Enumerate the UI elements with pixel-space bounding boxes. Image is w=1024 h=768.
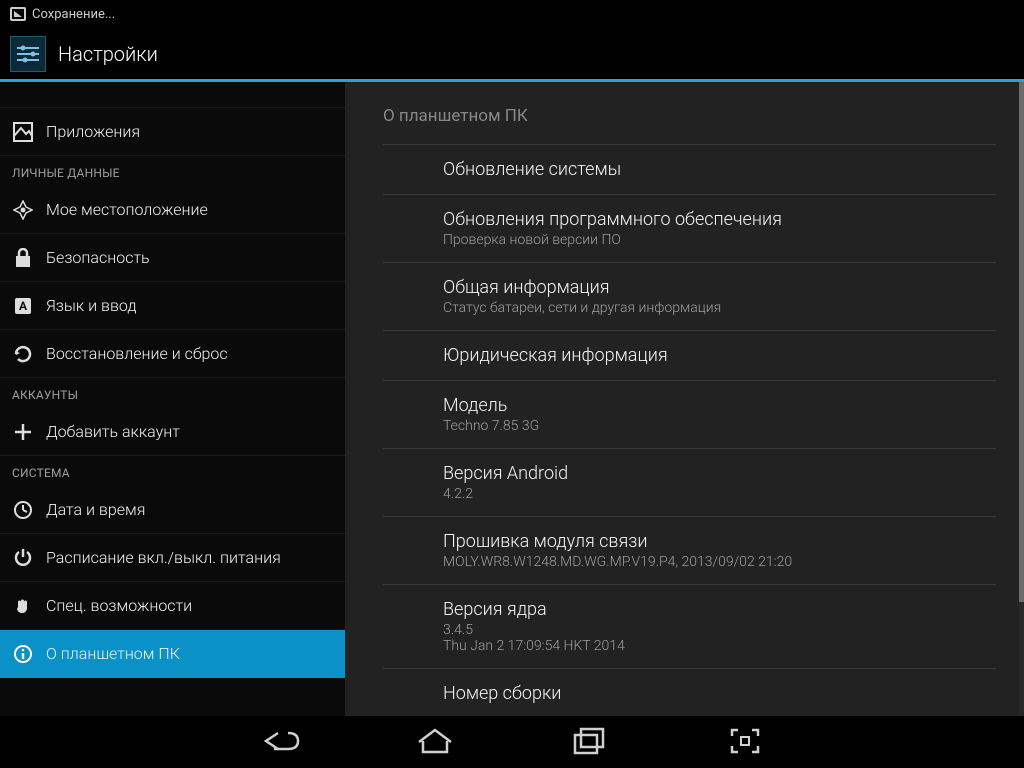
gallery-icon <box>10 7 26 21</box>
language-icon: A <box>12 295 34 317</box>
sidebar-item-label: Спец. возможности <box>46 596 192 615</box>
detail-android-version[interactable]: Версия Android 4.2.2 <box>383 449 996 517</box>
status-bar: Сохранение... <box>0 0 1024 28</box>
detail-legal[interactable]: Юридическая информация <box>383 331 996 381</box>
recents-button[interactable] <box>562 723 617 759</box>
location-icon <box>12 199 34 221</box>
clock-icon <box>12 499 34 521</box>
sidebar-item-label: Дата и время <box>46 500 145 519</box>
detail-title: Прошивка модуля связи <box>443 531 996 552</box>
sidebar-item-label: Восстановление и сброс <box>46 344 228 363</box>
sidebar: Приложения ЛИЧНЫЕ ДАННЫЕ Мое местоположе… <box>0 82 345 716</box>
sidebar-item-label: О планшетном ПК <box>46 644 180 663</box>
detail-title: Общая информация <box>443 277 996 298</box>
sidebar-item-label: Безопасность <box>46 248 150 267</box>
detail-title: Обновления программного обеспечения <box>443 209 996 230</box>
app-bar: Настройки <box>0 28 1024 82</box>
detail-title: Обновление системы <box>443 159 996 180</box>
back-button[interactable] <box>252 723 307 759</box>
detail-header: О планшетном ПК <box>383 82 996 144</box>
screenshot-button[interactable] <box>717 723 772 759</box>
detail-kernel[interactable]: Версия ядра 3.4.5 Thu Jan 2 17:09:54 HKT… <box>383 585 996 669</box>
sidebar-item-security[interactable]: Безопасность <box>0 234 345 282</box>
detail-title: Версия ядра <box>443 599 996 620</box>
detail-sub: MOLY.WR8.W1248.MD.WG.MP.V19.P4, 2013/09/… <box>443 554 996 570</box>
sidebar-item-label: Мое местоположение <box>46 200 208 219</box>
scrollbar-thumb[interactable] <box>1019 82 1024 602</box>
power-icon <box>12 547 34 569</box>
sidebar-item-add-account[interactable]: Добавить аккаунт <box>0 408 345 456</box>
detail-sub: Статус батареи, сети и другая информация <box>443 300 996 316</box>
category-system: СИСТЕМА <box>0 456 345 486</box>
plus-icon <box>12 421 34 443</box>
hand-icon <box>12 595 34 617</box>
sidebar-item-label: Язык и ввод <box>46 296 136 315</box>
sidebar-item-battery[interactable] <box>0 82 345 108</box>
sidebar-item-language[interactable]: A Язык и ввод <box>0 282 345 330</box>
settings-icon <box>10 36 46 72</box>
apps-icon <box>12 121 34 143</box>
sidebar-item-label: Добавить аккаунт <box>46 422 180 441</box>
sidebar-item-datetime[interactable]: Дата и время <box>0 486 345 534</box>
detail-sub: 4.2.2 <box>443 486 996 502</box>
detail-sub: 3.4.5 Thu Jan 2 17:09:54 HKT 2014 <box>443 622 996 654</box>
detail-status[interactable]: Общая информация Статус батареи, сети и … <box>383 263 996 331</box>
sidebar-item-label: Приложения <box>46 122 140 141</box>
sidebar-item-location[interactable]: Мое местоположение <box>0 186 345 234</box>
page-title: Настройки <box>58 42 158 66</box>
sidebar-item-backup[interactable]: Восстановление и сброс <box>0 330 345 378</box>
detail-baseband[interactable]: Прошивка модуля связи MOLY.WR8.W1248.MD.… <box>383 517 996 585</box>
sidebar-item-power-schedule[interactable]: Расписание вкл./выкл. питания <box>0 534 345 582</box>
svg-text:A: A <box>19 299 28 313</box>
status-text: Сохранение... <box>32 7 115 22</box>
detail-sub: Techno 7.85 3G <box>443 418 996 434</box>
sidebar-item-accessibility[interactable]: Спец. возможности <box>0 582 345 630</box>
sidebar-item-about[interactable]: О планшетном ПК <box>0 630 345 678</box>
category-personal: ЛИЧНЫЕ ДАННЫЕ <box>0 156 345 186</box>
detail-system-update[interactable]: Обновление системы <box>383 145 996 195</box>
lock-icon <box>12 247 34 269</box>
detail-build[interactable]: Номер сборки <box>383 669 996 716</box>
restore-icon <box>12 343 34 365</box>
battery-icon <box>12 82 34 95</box>
detail-pane: О планшетном ПК Обновление системы Обнов… <box>345 82 1024 716</box>
info-icon <box>12 643 34 665</box>
detail-title: Версия Android <box>443 463 996 484</box>
detail-title: Номер сборки <box>443 683 996 704</box>
category-accounts: АККАУНТЫ <box>0 378 345 408</box>
detail-sub: Проверка новой версии ПО <box>443 232 996 248</box>
detail-title: Модель <box>443 395 996 416</box>
navigation-bar <box>0 716 1024 765</box>
home-button[interactable] <box>407 723 462 759</box>
sidebar-item-label: Расписание вкл./выкл. питания <box>46 548 281 567</box>
detail-model[interactable]: Модель Techno 7.85 3G <box>383 381 996 449</box>
detail-software-update[interactable]: Обновления программного обеспечения Пров… <box>383 195 996 263</box>
detail-title: Юридическая информация <box>443 345 996 366</box>
sidebar-item-apps[interactable]: Приложения <box>0 108 345 156</box>
